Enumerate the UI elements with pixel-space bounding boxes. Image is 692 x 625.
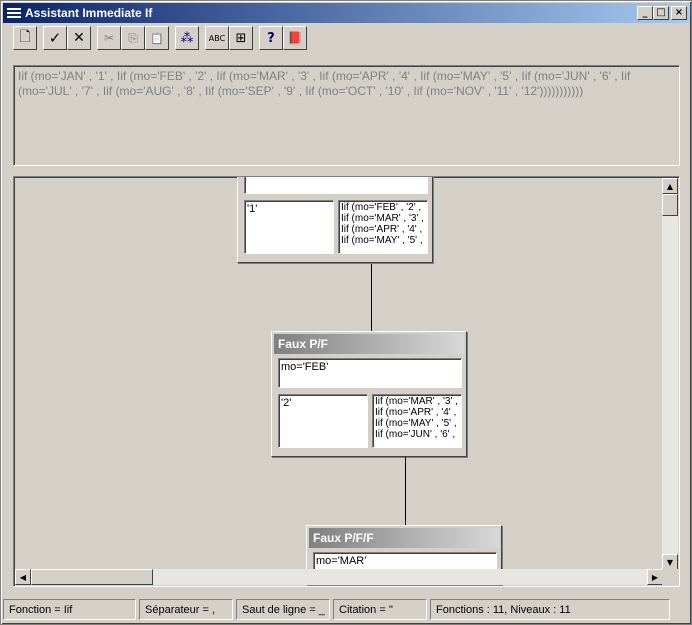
cancel-button[interactable]: ✕	[67, 26, 91, 50]
properties-button[interactable]: ⊞	[229, 26, 253, 50]
status-line-break: Saut de ligne = _	[236, 599, 330, 620]
new-button[interactable]: 🗋	[13, 26, 37, 50]
close-button[interactable]: ×	[671, 6, 687, 20]
expression-textarea[interactable]: Iif (mo='JAN' , '1' , Iif (mo='FEB' , '2…	[13, 65, 680, 166]
false-line: Iif (mo='MAY' , '5' ,	[375, 418, 457, 429]
dialog-window: Assistant Immediate If _ □ × 🗋 ✓ ✕ ✂ ⎘ 📋…	[0, 0, 692, 625]
scroll-up-button[interactable]: ▲	[662, 178, 678, 194]
paste-button[interactable]: 📋	[145, 26, 169, 50]
false-line: Iif (mo='APR' , '4' ,	[341, 224, 423, 235]
status-quote: Citation = ''	[333, 599, 427, 620]
tree-view-button[interactable]: ⁂	[175, 26, 199, 50]
node-3-header: Faux P/F/F	[309, 528, 499, 548]
node-2-false-field[interactable]: Iif (mo='MAR' , '3' , Iif (mo='APR' , '4…	[372, 394, 462, 448]
tree-connector	[371, 264, 372, 331]
accept-button[interactable]: ✓	[43, 26, 67, 50]
help-book-button[interactable]: 📕	[283, 26, 307, 50]
copy-icon: ⎘	[128, 30, 138, 45]
context-help-button[interactable]: ?	[259, 26, 283, 50]
scroll-right-button[interactable]: ▶	[647, 569, 663, 585]
paste-icon: 📋	[150, 31, 164, 45]
system-menu-icon[interactable]	[7, 8, 21, 18]
scroll-down-button[interactable]: ▼	[662, 554, 678, 570]
arrow-right-icon: ▶	[651, 572, 659, 582]
book-icon: 📕	[287, 31, 303, 45]
tree-icon: ⁂	[180, 30, 194, 46]
arrow-up-icon: ▲	[666, 181, 674, 191]
status-function: Fonction = Iif	[3, 599, 136, 620]
checkmark-icon: ✓	[48, 29, 62, 47]
status-bar: Fonction = Iif Séparateur = , Saut de li…	[3, 599, 689, 621]
false-line: Iif (mo='FEB' , '2' ,	[341, 202, 422, 213]
arrow-left-icon: ◀	[19, 572, 27, 582]
vertical-scroll-thumb[interactable]	[662, 194, 678, 216]
status-counts: Fonctions : 11, Niveaux : 11	[430, 599, 670, 620]
window-title: Assistant Immediate If	[25, 6, 153, 20]
cross-icon: ✕	[73, 30, 85, 46]
node-1-condition-field[interactable]	[244, 177, 428, 194]
false-line: Iif (mo='MAR' , '3' ,	[375, 396, 458, 407]
cut-button[interactable]: ✂	[97, 26, 121, 50]
false-line: Iif (mo='JUN' , '6' ,	[375, 429, 456, 440]
spellcheck-icon: ABC	[208, 33, 226, 43]
copy-button[interactable]: ⎘	[121, 26, 145, 50]
title-bar[interactable]: Assistant Immediate If _ □ ×	[3, 3, 689, 23]
cut-icon: ✂	[103, 31, 115, 45]
horizontal-scroll-thumb[interactable]	[31, 569, 153, 585]
new-icon: 🗋	[19, 29, 31, 45]
tree-connector	[405, 457, 406, 525]
tree-canvas[interactable]: '1' Iif (mo='FEB' , '2' , Iif (mo='MAR' …	[13, 176, 680, 587]
properties-icon: ⊞	[235, 30, 247, 46]
scrollbar-corner	[662, 569, 678, 585]
vertical-scrollbar[interactable]: ▲ ▼	[662, 178, 678, 570]
arrow-down-icon: ▼	[666, 557, 674, 567]
tree-node-2[interactable]: Faux P/F mo='FEB' '2' Iif (mo='MAR' , '3…	[271, 331, 467, 457]
spellcheck-button[interactable]: ABC	[205, 26, 229, 50]
scroll-left-button[interactable]: ◀	[15, 569, 31, 585]
node-2-true-field[interactable]: '2'	[278, 394, 368, 448]
false-line: Iif (mo='APR' , '4' ,	[375, 407, 457, 418]
help-pointer-icon: ?	[267, 30, 275, 46]
false-line: Iif (mo='MAY' , '5' ,	[341, 235, 423, 246]
minimize-button[interactable]: _	[637, 6, 653, 20]
status-separator: Séparateur = ,	[139, 599, 233, 620]
toolbar: 🗋 ✓ ✕ ✂ ⎘ 📋 ⁂ ABC ⊞ ? 📕	[9, 26, 689, 52]
horizontal-scrollbar[interactable]: ◀ ▶	[15, 569, 663, 585]
false-line: Iif (mo='MAR' , '3' ,	[341, 213, 424, 224]
tree-node-1[interactable]: '1' Iif (mo='FEB' , '2' , Iif (mo='MAR' …	[237, 177, 433, 263]
node-1-false-field[interactable]: Iif (mo='FEB' , '2' , Iif (mo='MAR' , '3…	[338, 200, 428, 254]
node-1-true-field[interactable]: '1'	[244, 200, 334, 254]
node-2-header: Faux P/F	[274, 334, 464, 354]
maximize-button[interactable]: □	[653, 6, 669, 20]
node-2-condition-field[interactable]: mo='FEB'	[278, 358, 462, 388]
